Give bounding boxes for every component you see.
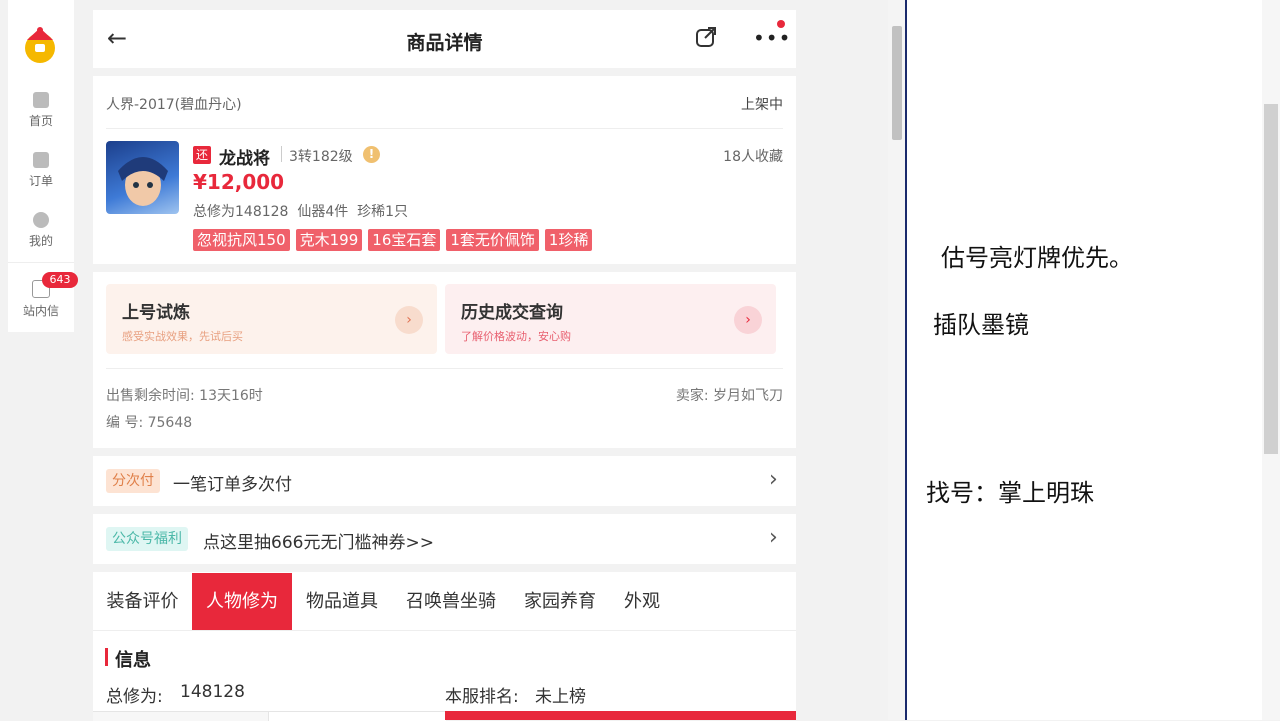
name-separator <box>281 146 282 162</box>
heading-marker <box>105 648 108 666</box>
trial-play-button[interactable]: 上号试炼 感受实战效果，先试后买 › <box>106 284 437 354</box>
main-scrollbar-thumb[interactable] <box>892 26 902 140</box>
trial-play-subtitle: 感受实战效果，先试后买 <box>122 330 243 343</box>
installment-text: 一笔订单多次付 <box>173 475 292 495</box>
home-icon <box>33 92 49 108</box>
order-icon <box>33 152 49 168</box>
note-line: 估号亮灯牌优先。 <box>941 244 1133 272</box>
more-icon[interactable]: ••• <box>753 28 791 48</box>
tab-appearance[interactable]: 外观 <box>610 573 674 630</box>
messages-badge: 643 <box>42 272 78 288</box>
history-query-title: 历史成交查询 <box>461 303 563 323</box>
listing-status: 上架中 <box>741 97 783 113</box>
note-line: 插队墨镜 <box>933 311 1029 339</box>
nav-item-home[interactable]: 首页 <box>8 92 74 129</box>
tag-item: 1套无价佩饰 <box>446 229 539 251</box>
share-icon[interactable] <box>695 26 717 48</box>
nav-messages-label: 站内信 <box>22 304 59 318</box>
character-name: 龙战将 <box>219 149 270 169</box>
info-icon[interactable]: ! <box>363 146 380 163</box>
total-cultivation-label: 总修为: <box>106 687 163 707</box>
price: ¥12,000 <box>193 170 285 194</box>
promo-text: 点这里抽666元无门槛神券>> <box>203 533 434 553</box>
character-level: 3转182级 <box>289 149 353 165</box>
server-name: 人界-2017(碧血丹心) <box>106 97 242 113</box>
nav-divider <box>8 262 74 263</box>
tag-item: 忽视抗风150 <box>193 229 290 251</box>
tab-home[interactable]: 家园养育 <box>510 573 610 630</box>
chevron-right-icon: › <box>769 467 778 492</box>
tab-equipment-rating[interactable]: 装备评价 <box>93 573 192 630</box>
tab-items[interactable]: 物品道具 <box>292 573 392 630</box>
return-badge: 还 <box>193 146 211 164</box>
nav-profile-label: 我的 <box>28 234 53 248</box>
favorites-count: 18人收藏 <box>723 149 783 165</box>
server-rank-value: 未上榜 <box>535 687 586 707</box>
nav-home-label: 首页 <box>28 114 53 128</box>
page-header: ← 商品详情 ••• <box>93 10 796 68</box>
nav-orders-label: 订单 <box>28 174 53 188</box>
main-column: ← 商品详情 ••• 人界-2017(碧血丹心) 上架中 还 龙战将 3转182… <box>93 0 796 721</box>
nav-item-orders[interactable]: 订单 <box>8 152 74 189</box>
page-title: 商品详情 <box>406 32 483 54</box>
product-summary: 总修为148128 仙器4件 珍稀1只 <box>193 204 409 220</box>
tag-item: 1珍稀 <box>544 229 593 251</box>
tag-list: 忽视抗风150 克木199 16宝石套 1套无价佩饰 1珍稀 <box>193 229 598 251</box>
note-line: 找号：掌上明珠 <box>926 479 1094 507</box>
info-heading: 信息 <box>115 650 151 671</box>
tab-pets-mounts[interactable]: 召唤兽坐骑 <box>392 573 510 630</box>
trial-play-title: 上号试炼 <box>122 303 190 323</box>
chevron-right-icon: › <box>769 525 778 550</box>
time-left: 出售剩余时间: 13天16时 <box>106 388 263 404</box>
installment-tag: 分次付 <box>106 469 160 493</box>
total-cultivation-value: 148128 <box>180 682 245 702</box>
nav-item-profile[interactable]: 我的 <box>8 212 74 249</box>
character-avatar[interactable] <box>106 141 179 214</box>
action-section: 上号试炼 感受实战效果，先试后买 › 历史成交查询 了解价格波动，安心购 › 出… <box>93 272 796 448</box>
installment-row[interactable]: 分次付 一笔订单多次付 › <box>93 456 796 506</box>
notification-dot <box>777 20 785 28</box>
user-icon <box>33 212 49 228</box>
chevron-right-icon: › <box>734 306 762 334</box>
app-logo-icon[interactable] <box>18 22 62 66</box>
promo-row[interactable]: 公众号福利 点这里抽666元无门槛神券>> › <box>93 514 796 564</box>
tab-divider <box>93 630 796 631</box>
section-divider <box>106 368 783 369</box>
tab-character-cultivation[interactable]: 人物修为 <box>192 573 292 630</box>
card-divider <box>106 128 783 129</box>
notes-scrollbar-thumb[interactable] <box>1264 104 1278 454</box>
notes-pane <box>907 0 1280 720</box>
seller-name[interactable]: 卖家: 岁月如飞刀 <box>676 385 783 405</box>
promo-tag: 公众号福利 <box>106 527 188 551</box>
history-query-subtitle: 了解价格波动，安心购 <box>461 330 571 343</box>
server-rank-label: 本服排名: <box>445 687 519 707</box>
serial-number: 编 号: 75648 <box>106 415 193 431</box>
chevron-right-icon: › <box>395 306 423 334</box>
tag-item: 克木199 <box>295 229 363 251</box>
history-query-button[interactable]: 历史成交查询 了解价格波动，安心购 › <box>445 284 776 354</box>
table-cell-highlight <box>445 711 796 720</box>
tag-item: 16宝石套 <box>368 229 441 251</box>
product-card: 人界-2017(碧血丹心) 上架中 还 龙战将 3转182级 ! 18人收藏 ¥… <box>93 76 796 264</box>
